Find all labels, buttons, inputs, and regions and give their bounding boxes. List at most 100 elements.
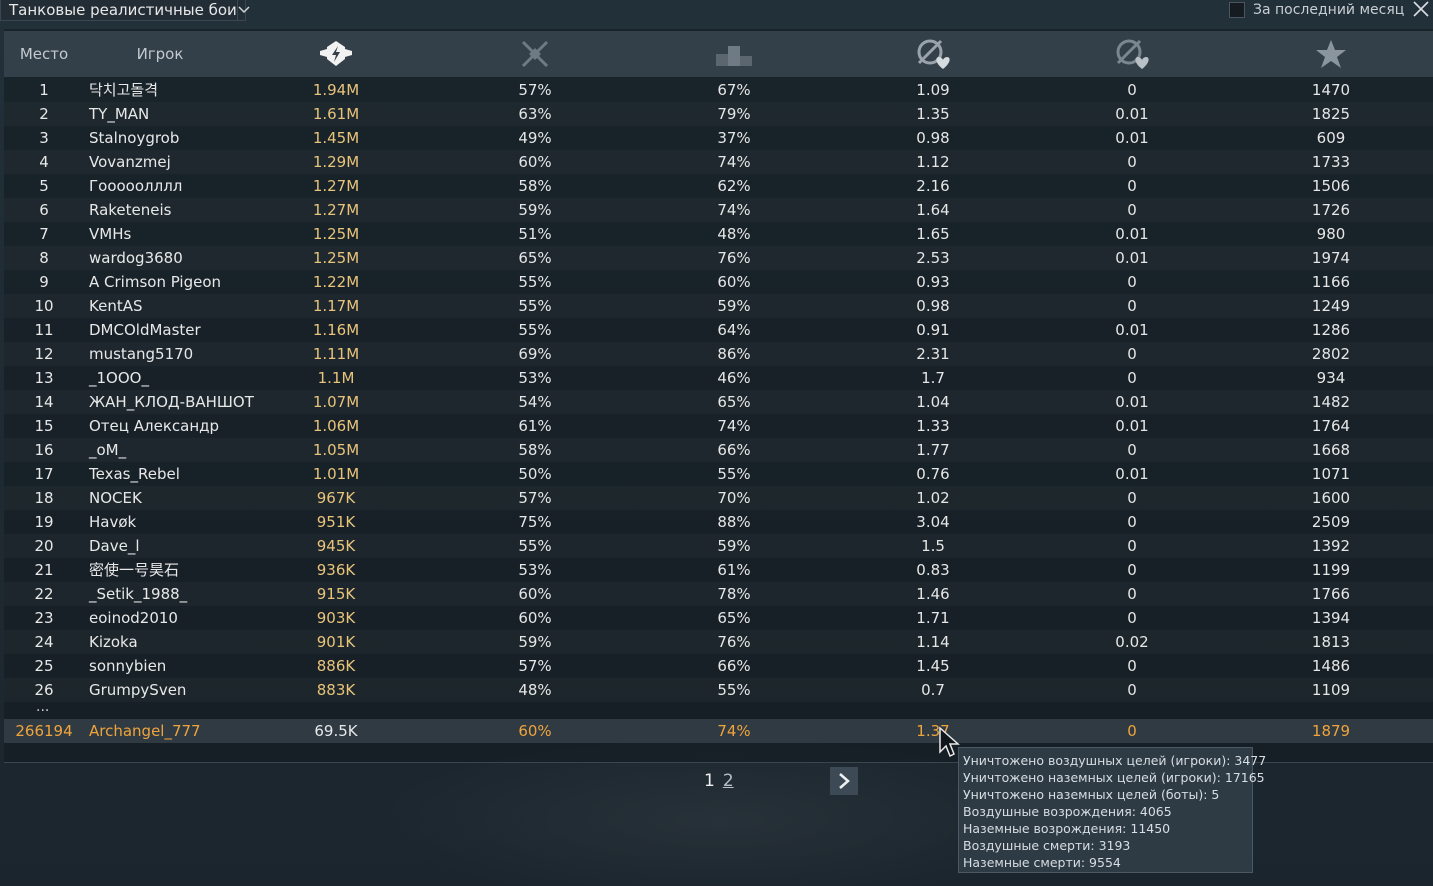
table-row[interactable]: 12 mustang5170 1.11M 69% 86% 2.31 0 2802 (4, 342, 1433, 366)
row-player-name[interactable]: Havøk (89, 510, 136, 534)
table-row[interactable]: 5 Гооооолллл 1.27M 58% 62% 2.16 0 1506 (4, 174, 1433, 198)
row-activity: 1249 (1311, 297, 1351, 315)
row-victories: 57% (518, 657, 552, 675)
row-player-name[interactable]: 닥치고돌격 (89, 78, 158, 102)
row-player-name[interactable]: TY_MAN (89, 102, 149, 126)
table-row[interactable]: 6 Raketeneis 1.27M 59% 74% 1.64 0 1726 (4, 198, 1433, 222)
row-player-name[interactable]: Отец Александр (89, 414, 219, 438)
table-row[interactable]: 19 Havøk 951K 75% 88% 3.04 0 2509 (4, 510, 1433, 534)
table-row[interactable]: 10 KentAS 1.17M 55% 59% 0.98 0 1249 (4, 294, 1433, 318)
row-rank: 25 (34, 657, 54, 675)
row-player-name[interactable]: wardog3680 (89, 246, 183, 270)
table-row[interactable]: 13 _1OOO_ 1.1M 53% 46% 1.7 0 934 (4, 366, 1433, 390)
close-button[interactable] (1410, 0, 1432, 20)
row-player-name[interactable]: ЖАН_КЛОД-ВАНШОТ (89, 390, 254, 414)
table-row[interactable]: 17 Texas_Rebel 1.01M 50% 55% 0.76 0.01 1071 (4, 462, 1433, 486)
page-1[interactable]: 1 (700, 771, 719, 791)
last-month-checkbox[interactable] (1229, 1, 1245, 18)
header-activity[interactable] (1311, 31, 1351, 77)
row-activity: 1813 (1311, 633, 1351, 651)
row-rating: 1.22M (312, 273, 360, 291)
row-player-name[interactable]: Dave_l (89, 534, 140, 558)
table-row[interactable]: 8 wardog3680 1.25M 65% 76% 2.53 0.01 1974 (4, 246, 1433, 270)
game-mode-dropdown[interactable]: Танковые реалистичные бои (0, 0, 250, 21)
next-page-button[interactable] (830, 767, 858, 795)
row-player-name[interactable]: Texas_Rebel (89, 462, 180, 486)
table-row[interactable]: 24 Kizoka 901K 59% 76% 1.14 0.02 1813 (4, 630, 1433, 654)
table-row[interactable]: 23 eoinod2010 903K 60% 65% 1.71 0 1394 (4, 606, 1433, 630)
last-month-toggle[interactable]: За последний месяц (1229, 0, 1404, 19)
row-activity: 1486 (1311, 657, 1351, 675)
header-air-ratio[interactable] (1112, 31, 1152, 77)
row-player-name[interactable]: Raketeneis (89, 198, 172, 222)
row-rating: 967K (316, 489, 356, 507)
row-rating: 1.94M (312, 81, 360, 99)
row-air-ratio: 0 (1127, 561, 1137, 579)
row-victories: 65% (518, 249, 552, 267)
row-player-name[interactable]: VMHs (89, 222, 131, 246)
current-player-podium: 74% (717, 722, 751, 740)
page-2-link[interactable]: 2 (719, 771, 738, 791)
row-activity: 1733 (1311, 153, 1351, 171)
row-player-name[interactable]: DMCOldMaster (89, 318, 201, 342)
current-player-name[interactable]: Archangel_777 (89, 719, 201, 743)
row-player-name[interactable]: _oM_ (89, 438, 126, 462)
table-row[interactable]: 21 密使一号昊石 936K 53% 61% 0.83 0 1199 (4, 558, 1433, 582)
row-rating: 1.27M (312, 201, 360, 219)
row-rank: 20 (34, 537, 54, 555)
current-player-row[interactable]: 266194 Archangel_777 69.5K 60% 74% 1.37 … (4, 719, 1433, 743)
row-victories: 54% (518, 393, 552, 411)
table-row[interactable]: 7 VMHs 1.25M 51% 48% 1.65 0.01 980 (4, 222, 1433, 246)
row-podium: 66% (717, 441, 751, 459)
table-row[interactable]: 15 Отец Александр 1.06M 61% 74% 1.33 0.01 1764 (4, 414, 1433, 438)
header-ground-ratio[interactable] (913, 31, 953, 77)
row-player-name[interactable]: Vovanzmej (89, 150, 171, 174)
row-activity: 2802 (1311, 345, 1351, 363)
row-player-name[interactable]: _1OOO_ (89, 366, 149, 390)
row-player-name[interactable]: Stalnoygrob (89, 126, 179, 150)
row-podium: 74% (717, 153, 751, 171)
current-player-victories: 60% (518, 722, 552, 740)
row-player-name[interactable]: eoinod2010 (89, 606, 178, 630)
table-row[interactable]: 14 ЖАН_КЛОД-ВАНШОТ 1.07M 54% 65% 1.04 0.01 1482 (4, 390, 1433, 414)
table-row[interactable]: 4 Vovanzmej 1.29M 60% 74% 1.12 0 1733 (4, 150, 1433, 174)
header-player[interactable]: Игрок (104, 31, 216, 77)
header-victories[interactable] (515, 31, 555, 77)
row-player-name[interactable]: NOCEK (89, 486, 142, 510)
row-ground-ratio: 0.83 (916, 561, 950, 579)
row-victories: 57% (518, 81, 552, 99)
table-row[interactable]: 18 NOCEK 967K 57% 70% 1.02 0 1600 (4, 486, 1433, 510)
row-player-name[interactable]: A Crimson Pigeon (89, 270, 221, 294)
row-player-name[interactable]: _Setik_1988_ (89, 582, 187, 606)
table-row[interactable]: 20 Dave_l 945K 55% 59% 1.5 0 1392 (4, 534, 1433, 558)
header-place[interactable]: Место (4, 31, 84, 77)
table-row[interactable]: 16 _oM_ 1.05M 58% 66% 1.77 0 1668 (4, 438, 1433, 462)
header-rating[interactable] (316, 31, 356, 77)
table-row[interactable]: 2 TY_MAN 1.61M 63% 79% 1.35 0.01 1825 (4, 102, 1433, 126)
table-row[interactable]: 26 GrumpySven 883K 48% 55% 0.7 0 1109 (4, 678, 1433, 702)
row-activity: 1392 (1311, 537, 1351, 555)
table-row[interactable]: 1 닥치고돌격 1.94M 57% 67% 1.09 0 1470 (4, 78, 1433, 102)
row-player-name[interactable]: sonnybien (89, 654, 166, 678)
table-row[interactable]: 11 DMCOldMaster 1.16M 55% 64% 0.91 0.01 1286 (4, 318, 1433, 342)
row-rating: 1.11M (312, 345, 360, 363)
row-rating: 1.17M (312, 297, 360, 315)
row-rank: 22 (34, 585, 54, 603)
table-row[interactable]: 22 _Setik_1988_ 915K 60% 78% 1.46 0 1766 (4, 582, 1433, 606)
current-player-ground-ratio[interactable]: 1.37 (873, 719, 993, 743)
row-podium: 48% (717, 225, 751, 243)
table-row[interactable]: 3 Stalnoygrob 1.45M 49% 37% 0.98 0.01 609 (4, 126, 1433, 150)
row-rank: 12 (34, 345, 54, 363)
row-player-name[interactable]: Гооооолллл (89, 174, 182, 198)
header-podium[interactable] (714, 31, 754, 77)
row-player-name[interactable]: GrumpySven (89, 678, 186, 702)
table-row[interactable]: 25 sonnybien 886K 57% 66% 1.45 0 1486 (4, 654, 1433, 678)
row-player-name[interactable]: mustang5170 (89, 342, 193, 366)
row-rank: 21 (34, 561, 54, 579)
row-rating: 901K (316, 633, 356, 651)
row-air-ratio: 0.01 (1115, 417, 1149, 435)
row-player-name[interactable]: Kizoka (89, 630, 138, 654)
table-row[interactable]: 9 A Crimson Pigeon 1.22M 55% 60% 0.93 0 1166 (4, 270, 1433, 294)
row-player-name[interactable]: 密使一号昊石 (89, 558, 179, 582)
row-player-name[interactable]: KentAS (89, 294, 143, 318)
